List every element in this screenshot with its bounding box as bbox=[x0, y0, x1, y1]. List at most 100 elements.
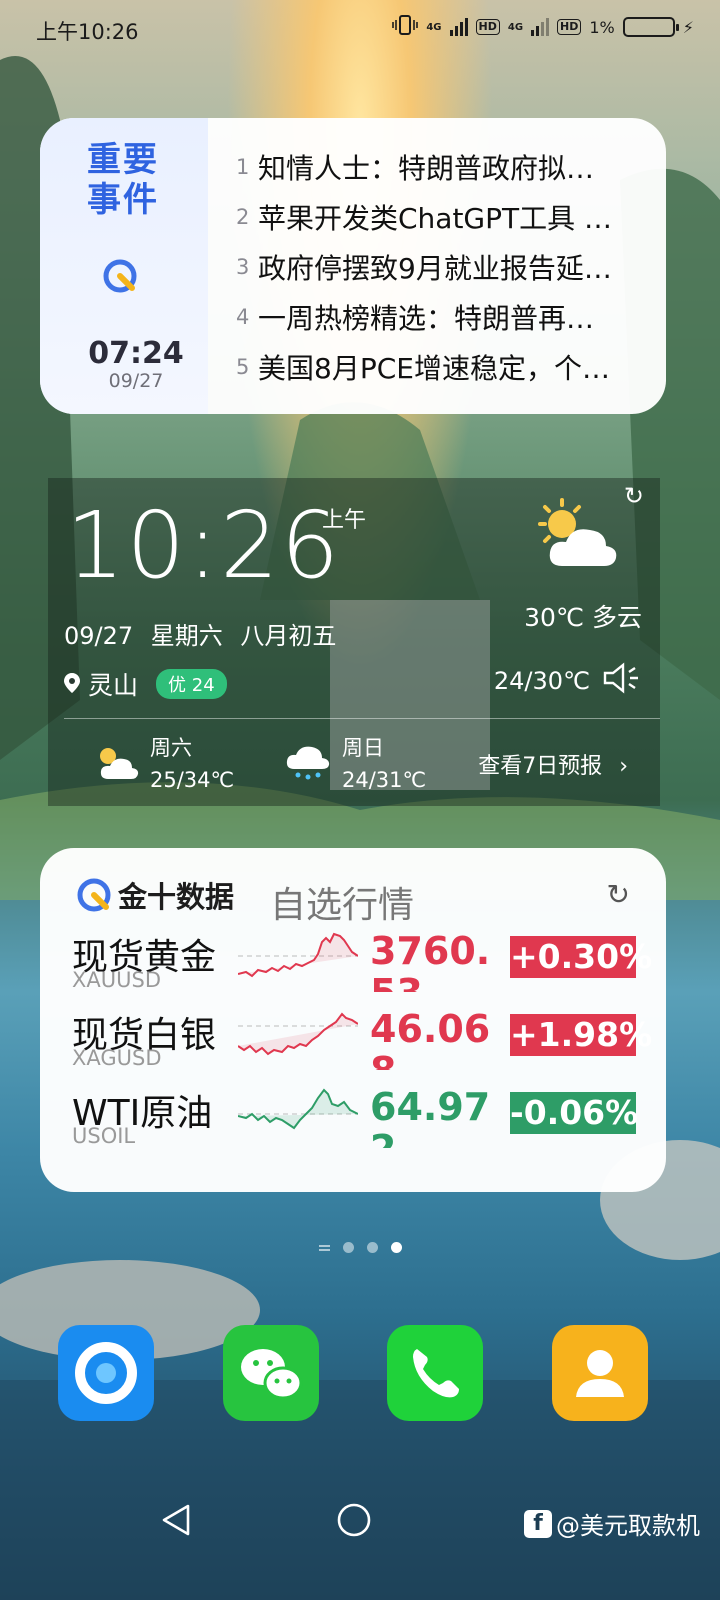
seven-day-forecast-link[interactable]: 查看7日预报 › bbox=[478, 748, 628, 780]
quote-change: +1.98% bbox=[510, 1014, 653, 1056]
location[interactable]: 灵山 优 24 bbox=[64, 666, 227, 702]
hd-badge-1: HD bbox=[475, 19, 500, 35]
status-time: 上午10:26 bbox=[36, 20, 139, 44]
news-update-time: 07:24 bbox=[88, 336, 184, 371]
news-headline: 知情人士：特朗普政府拟… bbox=[258, 152, 595, 185]
sparkline bbox=[238, 1088, 358, 1130]
news-title-line1: 重要 bbox=[87, 140, 159, 180]
back-icon[interactable] bbox=[160, 1502, 192, 1538]
news-headline: 美国8月PCE增速稳定，个… bbox=[258, 352, 610, 385]
forecast-temp: 25/34℃ bbox=[150, 768, 235, 792]
quote-code: USOIL bbox=[72, 1124, 136, 1148]
news-headline: 苹果开发类ChatGPT工具 … bbox=[258, 202, 613, 235]
forecast-day-2: 周日 24/31℃ bbox=[284, 732, 426, 792]
news-item[interactable]: 5 美国8月PCE增速稳定，个… bbox=[236, 342, 656, 392]
news-headline: 一周热榜精选：特朗普再… bbox=[258, 302, 595, 335]
news-rank: 4 bbox=[236, 305, 250, 329]
quote-price: 3760.53 bbox=[370, 930, 491, 992]
chevron-right-icon: › bbox=[619, 754, 628, 779]
sun-cloud-icon bbox=[538, 498, 617, 566]
location-name: 灵山 bbox=[88, 671, 139, 700]
aqi-badge: 优 24 bbox=[156, 669, 227, 699]
forecast-day-1: 周六 25/34℃ bbox=[92, 732, 234, 792]
news-headline: 政府停摆致9月就业报告延… bbox=[258, 252, 612, 285]
watermark-text: @美元取款机 bbox=[556, 1512, 700, 1540]
browser-app[interactable] bbox=[58, 1325, 154, 1421]
speaker-icon[interactable] bbox=[602, 662, 642, 700]
news-item[interactable]: 2 苹果开发类ChatGPT工具 … bbox=[236, 192, 656, 242]
quote-change: -0.06% bbox=[510, 1092, 639, 1134]
quote-price: 46.068 bbox=[370, 1008, 491, 1070]
forecast-day-label: 周六 bbox=[150, 736, 192, 760]
date-line: 09/27 星期六 八月初五 bbox=[64, 622, 337, 650]
vibrate-icon bbox=[392, 14, 419, 40]
seven-day-forecast-label: 查看7日预报 bbox=[478, 754, 603, 779]
news-update-date: 09/27 bbox=[108, 370, 164, 392]
home-icon[interactable] bbox=[336, 1502, 372, 1538]
quote-code: XAGUSD bbox=[72, 1046, 162, 1070]
jin10-logo-icon bbox=[103, 259, 137, 293]
network-type-1: 4G bbox=[426, 21, 442, 33]
current-temperature: 30℃ 多云 bbox=[524, 603, 642, 632]
charging-icon: ⚡ bbox=[682, 17, 694, 37]
rain-cloud-icon bbox=[286, 746, 330, 780]
sun-cloud-icon bbox=[100, 748, 139, 779]
battery-percent: 1% bbox=[589, 17, 615, 37]
temperature-range: 24/30℃ bbox=[493, 667, 590, 695]
battery-icon bbox=[622, 17, 679, 37]
news-rank: 5 bbox=[236, 355, 250, 379]
signal-icon-1 bbox=[449, 18, 468, 36]
network-type-2: 4G bbox=[507, 21, 524, 33]
news-list: 1 知情人士：特朗普政府拟… 2 苹果开发类ChatGPT工具 … 3 政府停摆致9月… bbox=[236, 142, 656, 392]
news-title-line2: 事件 bbox=[87, 180, 159, 220]
news-widget[interactable]: 重要 事件 07:24 09/27 1 知情人士：特朗普政府拟… 2 苹果开发类Ch… bbox=[40, 118, 666, 414]
brand-name: 金十数据 bbox=[118, 880, 235, 914]
clock-ampm: 上午 bbox=[322, 508, 367, 533]
page-indicator-menu bbox=[318, 1244, 330, 1251]
contacts-app[interactable] bbox=[552, 1325, 648, 1421]
news-item[interactable]: 1 知情人士：特朗普政府拟… bbox=[236, 142, 656, 192]
news-rank: 1 bbox=[236, 155, 250, 179]
quote-change: +0.30% bbox=[510, 936, 653, 978]
contacts-icon bbox=[576, 1350, 624, 1397]
quote-code: XAUUSD bbox=[72, 968, 161, 992]
jin10-brand: 金十数据 bbox=[74, 874, 234, 916]
status-bar: 上午10:26 4G HD 4G HD 1% ⚡ bbox=[0, 0, 720, 58]
watermark: f @美元取款机 bbox=[524, 1506, 700, 1541]
quote-row[interactable]: 现货白银 XAGUSD 46.068 +1.98% bbox=[72, 1006, 652, 1080]
sparkline bbox=[238, 932, 358, 978]
clock-time[interactable]: 10:26 bbox=[66, 492, 341, 599]
market-widget[interactable]: 金十数据 自选行情 ↻ 现货黄金 XAUUSD 3760.53 +0.30% 现… bbox=[40, 848, 666, 1192]
dock bbox=[0, 1325, 720, 1421]
signal-icon-2 bbox=[531, 18, 550, 36]
hd-badge-2: HD bbox=[557, 19, 582, 35]
page-dot-active bbox=[390, 1242, 402, 1253]
sparkline bbox=[238, 1012, 358, 1056]
market-title: 自选行情 bbox=[270, 885, 415, 926]
quote-row[interactable]: WTI原油 USOIL 64.972 -0.06% bbox=[72, 1084, 652, 1158]
facebook-icon: f bbox=[524, 1509, 552, 1538]
page-dot bbox=[366, 1242, 378, 1253]
quote-price: 64.972 bbox=[370, 1086, 491, 1148]
browser-icon bbox=[75, 1342, 137, 1404]
news-widget-title: 重要 事件 bbox=[78, 140, 168, 220]
phone-icon bbox=[413, 1349, 459, 1398]
quote-row[interactable]: 现货黄金 XAUUSD 3760.53 +0.30% bbox=[72, 928, 652, 1002]
jin10-logo-icon bbox=[77, 878, 111, 912]
news-widget-header: 重要 事件 07:24 09/27 bbox=[40, 118, 208, 414]
location-pin-icon bbox=[64, 670, 80, 699]
news-rank: 3 bbox=[236, 255, 250, 279]
weather-refresh-icon[interactable]: ↻ bbox=[624, 482, 644, 510]
news-item[interactable]: 3 政府停摆致9月就业报告延… bbox=[236, 242, 656, 292]
market-refresh-icon[interactable]: ↻ bbox=[607, 878, 630, 911]
divider bbox=[64, 718, 660, 719]
weather-widget[interactable]: 10:26 上午 ↻ 30℃ 多云 09/27 星期六 八月初五 灵山 优 24… bbox=[48, 478, 660, 806]
page-indicator bbox=[0, 1242, 720, 1253]
wechat-icon bbox=[241, 1349, 303, 1400]
wechat-app[interactable] bbox=[223, 1325, 319, 1421]
phone-app[interactable] bbox=[387, 1325, 483, 1421]
page-dot bbox=[342, 1242, 354, 1253]
news-item[interactable]: 4 一周热榜精选：特朗普再… bbox=[236, 292, 656, 342]
temperature-range-row: 24/30℃ bbox=[494, 662, 642, 700]
forecast-day-label: 周日 bbox=[342, 736, 384, 760]
